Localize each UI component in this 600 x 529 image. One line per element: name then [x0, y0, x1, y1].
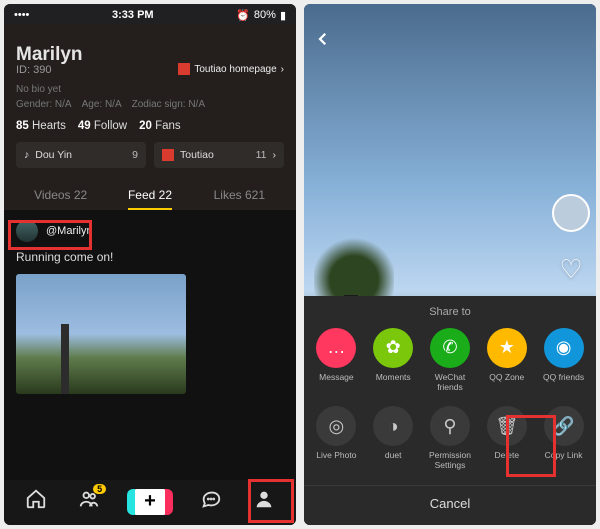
avatar[interactable] — [16, 220, 38, 242]
share-title: Share to — [304, 306, 596, 318]
tab-videos[interactable]: Videos 22 — [16, 180, 105, 210]
toutiao-homepage-label: Toutiao homepage — [194, 64, 276, 75]
post-thumbnail[interactable] — [16, 274, 186, 394]
profile-id: ID: 390 — [16, 64, 51, 76]
toutiao-homepage-link[interactable]: Toutiao homepage › — [178, 63, 284, 75]
action-delete[interactable]: 🗑Delete — [480, 406, 534, 471]
messages-tab[interactable] — [200, 488, 222, 515]
create-button[interactable]: + — [131, 489, 169, 515]
action-copy-link[interactable]: 🔗Copy Link — [537, 406, 591, 471]
like-button[interactable]: ♡ — [559, 254, 582, 285]
follow-stat[interactable]: 49 Follow — [78, 120, 127, 132]
share-sheet: Share to …Message ✿Moments ✆WeChat frien… — [304, 296, 596, 525]
share-wechat-friends[interactable]: ✆WeChat friends — [423, 328, 477, 393]
status-time: 3:33 PM — [112, 9, 154, 21]
battery-pct: 80% — [254, 9, 276, 21]
carrier-indicator: •••• — [14, 9, 29, 21]
video-share-screen: ♡ Share to …Message ✿Moments ✆WeChat fri… — [304, 4, 596, 525]
share-qq-zone[interactable]: ★QQ Zone — [480, 328, 534, 393]
bio-placeholder[interactable]: No bio yet — [16, 84, 284, 95]
action-duet[interactable]: ◑duet — [366, 406, 420, 471]
douyin-box[interactable]: ♪ Dou Yin 9 — [16, 142, 146, 168]
home-tab[interactable] — [25, 488, 47, 515]
trash-icon: 🗑 — [487, 406, 527, 446]
plus-icon: + — [144, 490, 156, 513]
post-caption: Running come on! — [16, 250, 284, 264]
cancel-button[interactable]: Cancel — [304, 485, 596, 519]
fans-stat[interactable]: 20 Fans — [139, 120, 181, 132]
age-field: Age: N/A — [82, 99, 122, 110]
share-message[interactable]: …Message — [309, 328, 363, 393]
post-username[interactable]: @Marilyn — [46, 225, 93, 237]
author-avatar[interactable] — [552, 194, 590, 232]
friends-tab[interactable]: 5 — [78, 488, 100, 515]
toutiao-label: Toutiao — [180, 149, 214, 161]
profile-screen: •••• 3:33 PM ⏰ 80% ▮ Marilyn ID: 390 Tou… — [4, 4, 296, 525]
toutiao-box[interactable]: Toutiao 11 › — [154, 142, 284, 168]
toutiao-icon — [178, 63, 190, 75]
feed-post[interactable]: @Marilyn Running come on! — [4, 210, 296, 404]
profile-meta: Gender: N/A Age: N/A Zodiac sign: N/A — [16, 99, 284, 110]
profile-stats: 85 Hearts 49 Follow 20 Fans — [16, 120, 284, 132]
chevron-right-icon: › — [281, 64, 284, 75]
share-moments[interactable]: ✿Moments — [366, 328, 420, 393]
douyin-icon: ♪ — [24, 149, 29, 161]
action-live-photo[interactable]: ◎Live Photo — [309, 406, 363, 471]
back-button[interactable] — [314, 30, 332, 53]
action-permission-settings[interactable]: ⚲Permission Settings — [423, 406, 477, 471]
gender-field: Gender: N/A — [16, 99, 72, 110]
douyin-count: 9 — [132, 149, 138, 161]
hearts-stat[interactable]: 85 Hearts — [16, 120, 66, 132]
bottom-nav: 5 + — [4, 480, 296, 525]
video-actions: ♡ — [552, 194, 590, 285]
profile-tabs: Videos 22 Feed 22 Likes 621 — [16, 180, 284, 210]
profile-tab[interactable] — [253, 488, 275, 515]
share-qq-friends[interactable]: ◉QQ friends — [537, 328, 591, 393]
tab-likes[interactable]: Likes 621 — [195, 180, 284, 210]
chevron-right-icon: › — [273, 149, 277, 161]
toutiao-count: 11 — [256, 149, 267, 161]
toutiao-icon — [162, 149, 174, 161]
tab-feed[interactable]: Feed 22 — [105, 180, 194, 210]
profile-header: Marilyn ID: 390 Toutiao homepage › No bi… — [4, 24, 296, 210]
share-row-actions: ◎Live Photo ◑duet ⚲Permission Settings 🗑… — [304, 406, 596, 485]
battery-icon: ▮ — [280, 9, 286, 22]
friends-badge: 5 — [93, 484, 106, 494]
status-bar: •••• 3:33 PM ⏰ 80% ▮ — [4, 4, 296, 24]
alarm-icon: ⏰ — [236, 9, 250, 22]
share-row-social: …Message ✿Moments ✆WeChat friends ★QQ Zo… — [304, 328, 596, 407]
douyin-label: Dou Yin — [35, 149, 72, 161]
zodiac-field: Zodiac sign: N/A — [132, 99, 205, 110]
